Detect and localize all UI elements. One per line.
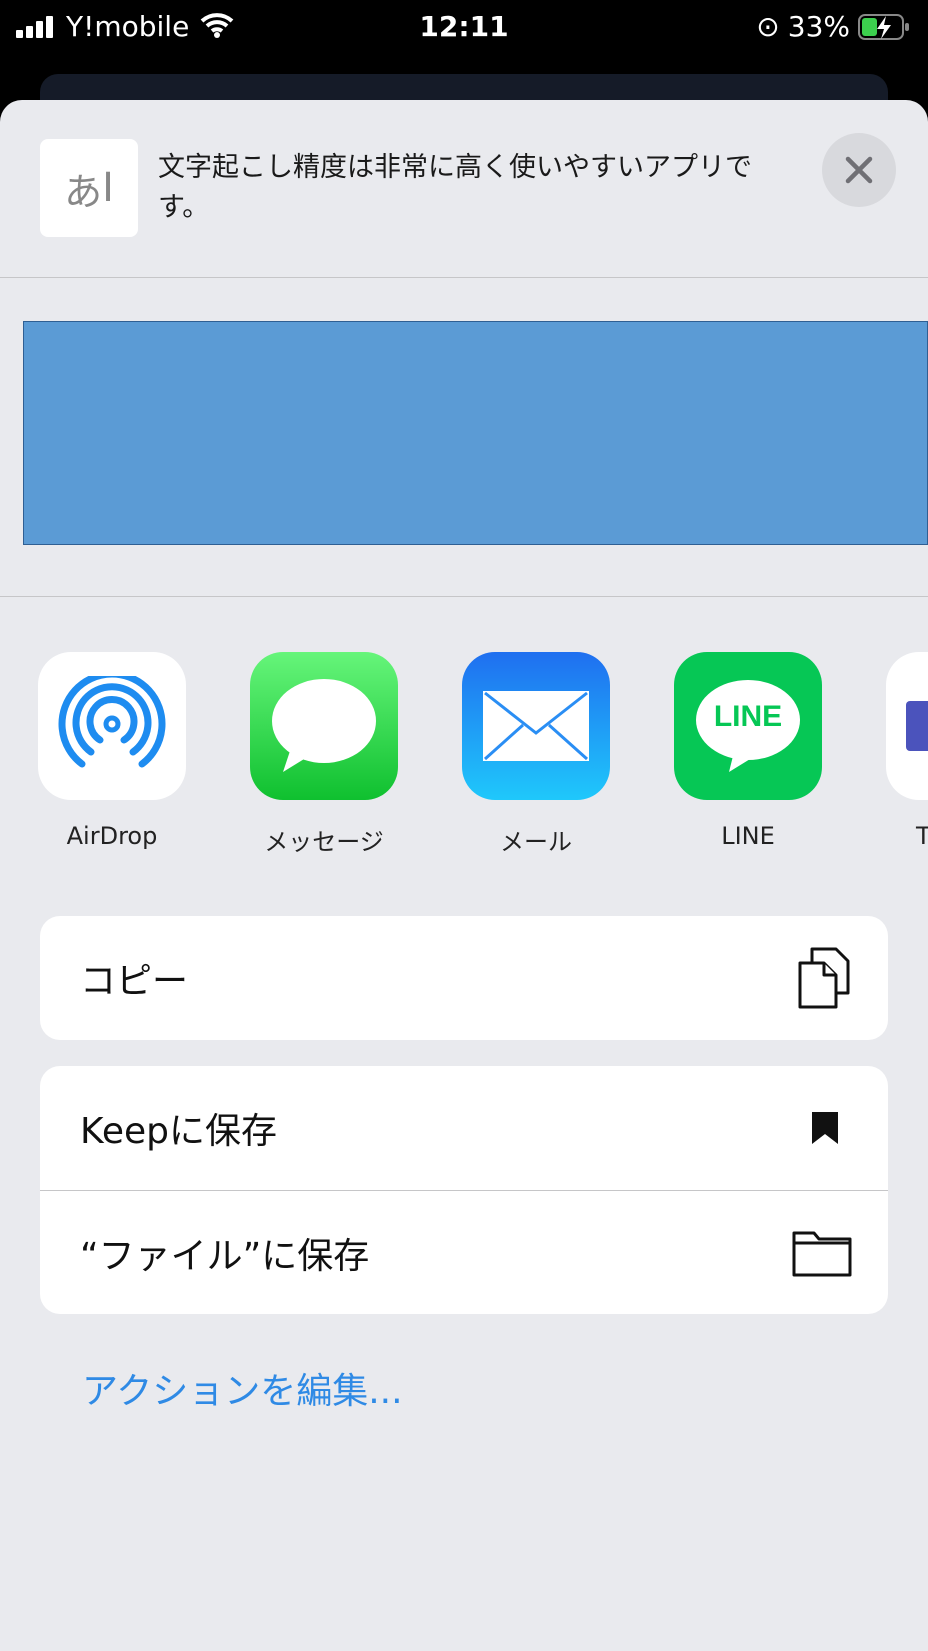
copy-icon bbox=[798, 947, 850, 1009]
mail-icon bbox=[462, 652, 610, 800]
close-icon bbox=[845, 156, 873, 184]
thumbnail-glyph: あ bbox=[64, 169, 103, 214]
bookmark-icon bbox=[812, 1112, 838, 1144]
divider bbox=[0, 277, 928, 278]
share-sheet: あI 文字起こし精度は非常に高く使いやすいアプリです。 AirDrop メッセー… bbox=[0, 100, 928, 1651]
partial-app-icon bbox=[886, 652, 928, 800]
line-icon: LINE bbox=[674, 652, 822, 800]
action-keep[interactable]: Keepに保存 bbox=[40, 1066, 888, 1190]
rotation-lock-icon: ⊙ bbox=[756, 10, 780, 43]
action-save-to-files[interactable]: “ファイル”に保存 bbox=[40, 1190, 888, 1314]
app-airdrop[interactable]: AirDrop bbox=[38, 652, 186, 857]
battery-charging-icon bbox=[858, 13, 909, 40]
app-row: AirDrop メッセージ メール LINE LINE T bbox=[38, 652, 928, 857]
battery-percent: 33% bbox=[787, 10, 850, 43]
action-label: コピー bbox=[80, 961, 189, 1002]
action-copy[interactable]: コピー bbox=[40, 916, 888, 1040]
action-label: “ファイル”に保存 bbox=[80, 1235, 370, 1277]
text-cursor-icon: I bbox=[102, 165, 114, 211]
edit-actions-link[interactable]: アクションを編集... bbox=[82, 1362, 403, 1414]
app-partial[interactable]: T bbox=[886, 652, 928, 857]
action-label: Keepに保存 bbox=[80, 1111, 277, 1152]
folder-icon bbox=[792, 1231, 852, 1276]
close-button[interactable] bbox=[822, 133, 896, 207]
shared-text: 文字起こし精度は非常に高く使いやすいアプリです。 bbox=[158, 152, 752, 223]
app-label: AirDrop bbox=[66, 822, 158, 850]
line-logo-text: LINE bbox=[713, 700, 783, 733]
app-label: メール bbox=[500, 828, 572, 856]
action-group: コピー bbox=[40, 916, 888, 1040]
preview-image bbox=[23, 321, 928, 545]
app-label: T bbox=[916, 822, 928, 850]
app-label: LINE bbox=[721, 822, 775, 850]
airdrop-icon bbox=[38, 652, 186, 800]
text-thumbnail: あI bbox=[40, 139, 138, 237]
app-line[interactable]: LINE LINE bbox=[674, 652, 822, 857]
app-mail[interactable]: メール bbox=[462, 652, 610, 857]
action-group: Keepに保存 “ファイル”に保存 bbox=[40, 1066, 888, 1314]
divider bbox=[0, 596, 928, 597]
app-messages[interactable]: メッセージ bbox=[250, 652, 398, 857]
messages-icon bbox=[250, 652, 398, 800]
status-bar: Y!mobile 12:11 ⊙ 33% bbox=[0, 0, 928, 74]
app-label: メッセージ bbox=[264, 828, 384, 856]
